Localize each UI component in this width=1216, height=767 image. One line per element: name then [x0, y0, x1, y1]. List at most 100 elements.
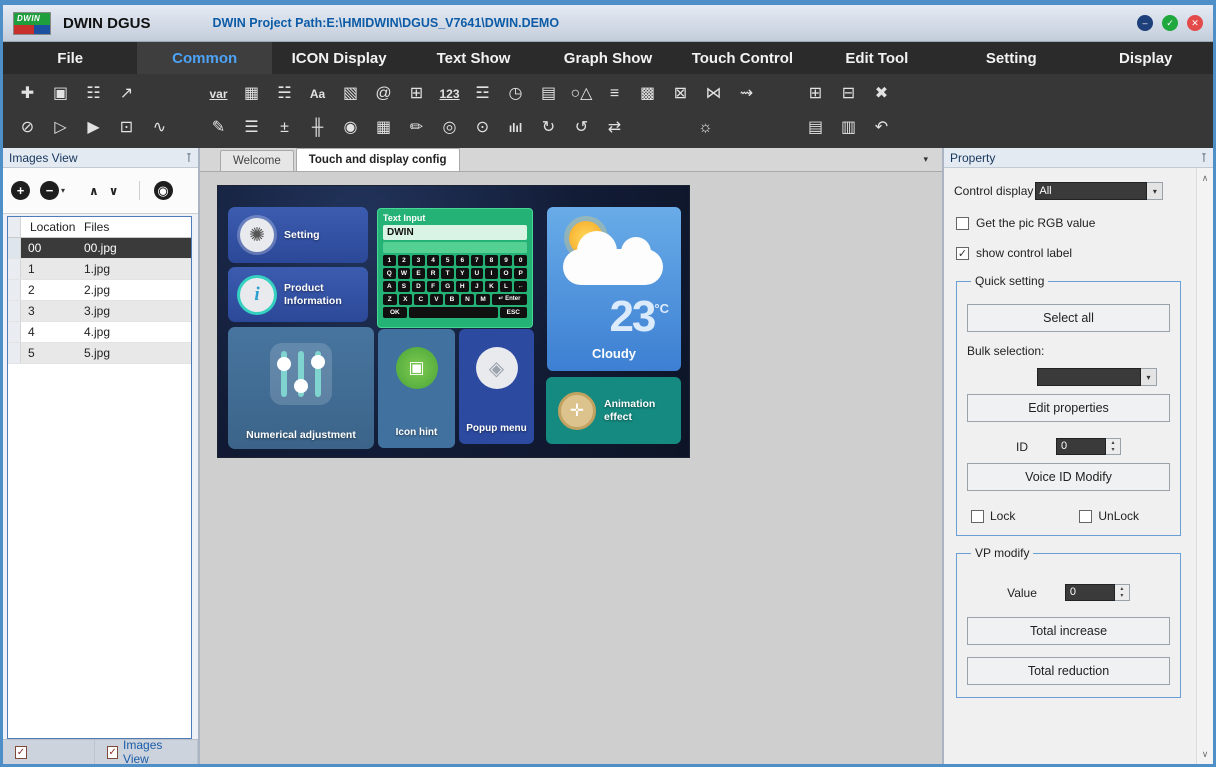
- shapes-overlap-icon[interactable]: ○△: [567, 79, 596, 109]
- touch-list-icon[interactable]: ≡: [600, 79, 629, 109]
- date-display-icon[interactable]: ▤: [534, 79, 563, 109]
- film-clip-icon[interactable]: ▦: [237, 79, 266, 109]
- id-spinner[interactable]: ▴▾: [1106, 438, 1121, 455]
- unlock-checkbox[interactable]: ✓: [1079, 510, 1092, 523]
- undo-icon[interactable]: ↶: [867, 113, 896, 143]
- total-reduction-button[interactable]: Total reduction: [967, 657, 1170, 685]
- text-display-icon[interactable]: Aa: [303, 79, 332, 109]
- slider-config-icon[interactable]: ☵: [270, 79, 299, 109]
- export-icon[interactable]: ↗: [112, 79, 141, 109]
- plus-minus-icon[interactable]: ±: [270, 113, 299, 143]
- find-document-icon[interactable]: ⊘: [13, 113, 42, 143]
- variable-icon[interactable]: var: [204, 79, 233, 109]
- chevron-down-icon[interactable]: ▾: [1141, 368, 1157, 386]
- text-1x1-icon[interactable]: ☲: [468, 79, 497, 109]
- number-123-icon[interactable]: 123: [435, 79, 464, 109]
- text-circle-icon[interactable]: ◎: [435, 113, 464, 143]
- pin-icon[interactable]: ⊺: [186, 151, 192, 165]
- win-btn-maximize[interactable]: ✓: [1162, 15, 1178, 31]
- menu-item-common[interactable]: Common: [137, 42, 271, 74]
- menu-item-edit-tool[interactable]: Edit Tool: [810, 42, 944, 74]
- move-up-icon[interactable]: ∧: [89, 184, 99, 198]
- image-row-00[interactable]: 00 00.jpg: [8, 238, 191, 259]
- at-symbol-icon[interactable]: @: [369, 79, 398, 109]
- stack-icon[interactable]: ⋈: [699, 79, 728, 109]
- select-all-button[interactable]: Select all: [967, 304, 1170, 332]
- voice-id-modify-button[interactable]: Voice ID Modify: [967, 463, 1170, 491]
- trend-chart-icon[interactable]: ⇝: [732, 79, 761, 109]
- menu-item-graph-show[interactable]: Graph Show: [541, 42, 675, 74]
- menu-item-display[interactable]: Display: [1079, 42, 1213, 74]
- rotate-gesture-icon[interactable]: ↻: [534, 113, 563, 143]
- print-icon[interactable]: ☷: [79, 79, 108, 109]
- paste-icon[interactable]: ⊟: [834, 79, 863, 109]
- slider-vertical-icon[interactable]: ╫: [303, 113, 332, 143]
- remove-icon[interactable]: − ▾: [40, 181, 65, 200]
- win-btn-close[interactable]: ✕: [1187, 15, 1203, 31]
- image-animation-icon[interactable]: ⊠: [666, 79, 695, 109]
- video-play-icon[interactable]: ▶: [79, 113, 108, 143]
- total-increase-button[interactable]: Total increase: [967, 617, 1170, 645]
- scroll-down-icon[interactable]: ∨: [1197, 746, 1213, 762]
- panel-tab-images-view[interactable]: ✓ Images View: [95, 740, 198, 764]
- menu-item-icon-display[interactable]: ICON Display: [272, 42, 406, 74]
- brightness-icon[interactable]: ☼: [691, 113, 720, 143]
- picture-display-icon[interactable]: ▧: [336, 79, 365, 109]
- clock-display-icon[interactable]: ◷: [501, 79, 530, 109]
- copy-icon[interactable]: ⊞: [801, 79, 830, 109]
- lock-checkbox[interactable]: ✓: [971, 510, 984, 523]
- vp-value-input[interactable]: 0: [1065, 584, 1115, 601]
- keyboard-table-icon[interactable]: ▦: [369, 113, 398, 143]
- new-file-icon[interactable]: ✚: [13, 79, 42, 109]
- disk-search-icon[interactable]: ⊙: [468, 113, 497, 143]
- digit-display-icon[interactable]: ⊞: [402, 79, 431, 109]
- show-control-label-checkbox[interactable]: ✓: [956, 247, 969, 260]
- control-display-select[interactable]: All: [1035, 182, 1147, 200]
- doc-edit-icon[interactable]: ✎: [204, 113, 233, 143]
- design-canvas[interactable]: ✺ Setting i Product Information Numerica…: [200, 172, 942, 764]
- drag-gesture-icon[interactable]: ⇄: [600, 113, 629, 143]
- qr-code-icon[interactable]: ▩: [633, 79, 662, 109]
- image-row-3[interactable]: 3 3.jpg: [8, 301, 191, 322]
- save-icon[interactable]: ▣: [46, 79, 75, 109]
- id-input[interactable]: 0: [1056, 438, 1106, 455]
- curve-icon[interactable]: ∿: [145, 113, 174, 143]
- panel-tab[interactable]: ✓: [3, 740, 95, 764]
- document-tab-welcome[interactable]: Welcome: [220, 150, 294, 171]
- move-down-icon[interactable]: ∨: [109, 184, 119, 198]
- pencil-edit-icon[interactable]: ✏: [402, 113, 431, 143]
- image-row-4[interactable]: 4 4.jpg: [8, 322, 191, 343]
- document-tab-touch-and-display-config[interactable]: Touch and display config: [296, 148, 460, 171]
- win-btn-minimize[interactable]: –: [1137, 15, 1153, 31]
- image-row-5[interactable]: 5 5.jpg: [8, 343, 191, 364]
- key: R: [427, 268, 440, 279]
- copy-page-icon[interactable]: ▤: [801, 113, 830, 143]
- edit-properties-button[interactable]: Edit properties: [967, 394, 1170, 422]
- touch-press-icon[interactable]: ◉: [336, 113, 365, 143]
- tab-list-caret-icon[interactable]: ▾: [923, 154, 928, 165]
- key: U: [471, 268, 484, 279]
- hmi-preview-image[interactable]: ✺ Setting i Product Information Numerica…: [217, 185, 690, 458]
- vp-value-spinner[interactable]: ▴▾: [1115, 584, 1130, 601]
- bulk-selection-select[interactable]: [1037, 368, 1141, 386]
- play-icon[interactable]: ▷: [46, 113, 75, 143]
- image-row-1[interactable]: 1 1.jpg: [8, 259, 191, 280]
- menu-item-touch-control[interactable]: Touch Control: [675, 42, 809, 74]
- menu-item-setting[interactable]: Setting: [944, 42, 1078, 74]
- paste-page-icon[interactable]: ▥: [834, 113, 863, 143]
- swipe-gesture-icon[interactable]: ↺: [567, 113, 596, 143]
- rgb-checkbox[interactable]: ✓: [956, 217, 969, 230]
- data-list-icon[interactable]: ☰: [237, 113, 266, 143]
- audio-wave-icon[interactable]: ılıl: [501, 113, 530, 143]
- menu-item-text-show[interactable]: Text Show: [406, 42, 540, 74]
- menu-item-file[interactable]: File: [3, 42, 137, 74]
- preview-eye-icon[interactable]: ◉: [139, 181, 173, 200]
- scroll-up-icon[interactable]: ∧: [1197, 170, 1213, 186]
- chevron-down-icon[interactable]: ▾: [1147, 182, 1163, 200]
- add-icon[interactable]: +: [11, 181, 30, 200]
- property-scrollbar[interactable]: ∧ ∨: [1196, 168, 1213, 764]
- pin-icon[interactable]: ⊺: [1201, 151, 1207, 165]
- image-row-2[interactable]: 2 2.jpg: [8, 280, 191, 301]
- screen-preview-icon[interactable]: ⊡: [112, 113, 141, 143]
- delete-icon[interactable]: ✖: [867, 79, 896, 109]
